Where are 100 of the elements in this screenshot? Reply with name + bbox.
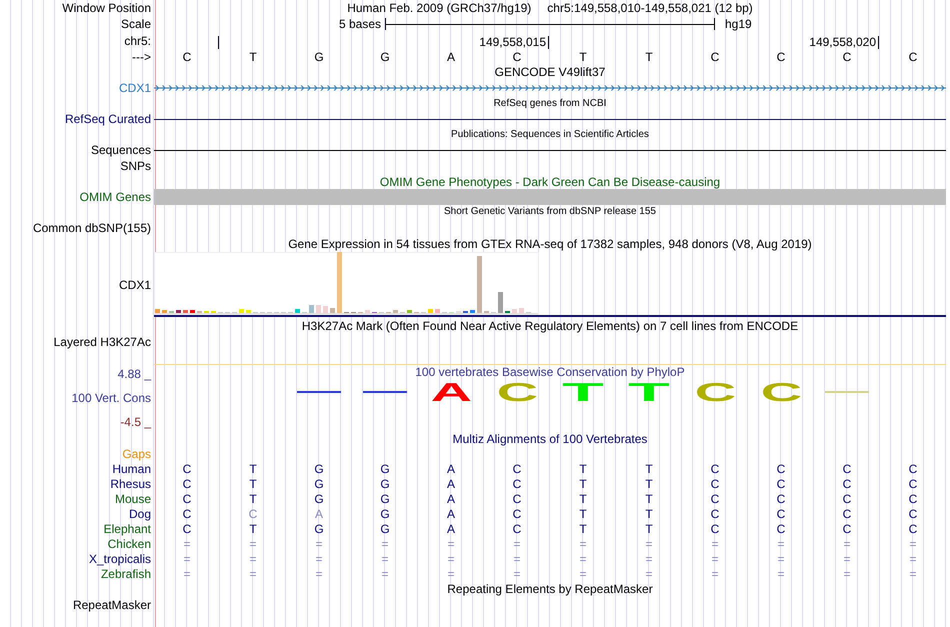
chromosome-label: chr5: xyxy=(124,34,151,48)
aligned-base: C xyxy=(842,462,852,476)
track-label: Common dbSNP(155) xyxy=(32,220,151,234)
aligned-base: = xyxy=(183,552,190,566)
aligned-base: = xyxy=(843,536,850,550)
aligned-base: T xyxy=(249,476,257,490)
base-letter: G xyxy=(380,50,390,64)
aligned-base: G xyxy=(314,462,324,476)
track-label: CDX1 xyxy=(118,81,151,95)
aligned-base: C xyxy=(908,462,918,476)
base-letter: T xyxy=(645,50,653,64)
aligned-base: = xyxy=(315,536,322,550)
track-title: Gene Expression in 54 tissues from GTEx RNA-seq of 17382 samples, 948 donors (V8, Aug 2019) xyxy=(288,237,812,251)
aligned-base: A xyxy=(446,506,455,520)
aligned-base: = xyxy=(645,536,652,550)
track-label: Sequences xyxy=(90,143,151,157)
base-letter: G xyxy=(314,50,324,64)
aligned-base: T xyxy=(645,506,653,520)
tick-label: 149,558,015 xyxy=(479,36,549,49)
aligned-base: T xyxy=(645,462,653,476)
aligned-base: = xyxy=(315,566,322,580)
aligned-base: G xyxy=(314,492,324,506)
logo-letter: C xyxy=(496,382,538,402)
aligned-base: = xyxy=(183,566,190,580)
aligned-base: T xyxy=(645,522,653,536)
base-letter: C xyxy=(710,50,720,64)
species-label: Rhesus xyxy=(110,476,151,490)
aligned-base: C xyxy=(908,492,918,506)
logo-letter: T xyxy=(628,382,670,402)
aligned-base: C xyxy=(512,492,522,506)
aligned-base: C xyxy=(842,522,852,536)
aligned-base: = xyxy=(447,552,454,566)
aligned-base: C xyxy=(776,506,786,520)
aligned-base: C xyxy=(842,506,852,520)
species-label: Elephant xyxy=(104,522,151,536)
aligned-base: C xyxy=(710,462,720,476)
strand-label: ---> xyxy=(132,50,151,64)
track-label: 100 Vert. Cons xyxy=(72,391,151,405)
aligned-base: T xyxy=(645,476,653,490)
species-label: Dog xyxy=(128,506,151,520)
aligned-base: C xyxy=(512,462,522,476)
base-letter: C xyxy=(776,50,786,64)
logo-letter: T xyxy=(562,382,604,402)
aligned-base: = xyxy=(447,566,454,580)
aligned-base: = xyxy=(513,566,520,580)
track-title: Multiz Alignments of 100 Vertebrates xyxy=(452,432,648,446)
aligned-base: = xyxy=(513,552,520,566)
aligned-base: = xyxy=(711,566,718,580)
track-label: OMIM Genes xyxy=(80,190,151,204)
aligned-base: = xyxy=(249,552,256,566)
species-label: Mouse xyxy=(114,492,151,506)
aligned-base: = xyxy=(183,536,190,550)
aligned-base: = xyxy=(711,552,718,566)
aligned-base: G xyxy=(380,476,390,490)
aligned-base: C xyxy=(182,522,192,536)
aligned-base: C xyxy=(512,476,522,490)
assembly-name: Human Feb. 2009 (GRCh37/hg19) xyxy=(347,1,532,15)
aligned-base: T xyxy=(645,492,653,506)
logo-letter: A xyxy=(430,382,472,402)
track-title: 100 vertebrates Basewise Conservation by PhyloP xyxy=(415,365,685,379)
aligned-base: = xyxy=(579,552,586,566)
aligned-base: = xyxy=(315,552,322,566)
aligned-base: A xyxy=(446,522,455,536)
axis-max-label: 4.88 _ xyxy=(118,367,151,381)
aligned-base: = xyxy=(777,552,784,566)
aligned-base: A xyxy=(446,476,455,490)
aligned-base: = xyxy=(909,536,916,550)
aligned-base: = xyxy=(249,536,256,550)
track-label: SNPs xyxy=(120,159,151,173)
aligned-base: = xyxy=(579,536,586,550)
aligned-base: T xyxy=(249,492,257,506)
track-title: Repeating Elements by RepeatMasker xyxy=(447,582,653,596)
species-label: Zebrafish xyxy=(100,566,151,580)
aligned-base: T xyxy=(579,476,587,490)
species-label: Human xyxy=(112,462,151,476)
aligned-base: T xyxy=(579,462,587,476)
tick-label: 149,558,020 xyxy=(809,36,879,49)
aligned-base: A xyxy=(446,462,455,476)
aligned-base: = xyxy=(909,552,916,566)
aligned-base: G xyxy=(380,506,390,520)
aligned-base: = xyxy=(711,536,718,550)
species-label: Chicken xyxy=(108,536,151,550)
aligned-base: C xyxy=(512,522,522,536)
aligned-base: = xyxy=(513,536,520,550)
aligned-base: = xyxy=(843,566,850,580)
aligned-base: = xyxy=(645,566,652,580)
base-letter: C xyxy=(512,50,522,64)
aligned-base: = xyxy=(843,552,850,566)
window-position-label: Window Position xyxy=(62,1,151,15)
aligned-base: T xyxy=(579,492,587,506)
track-label: CDX1 xyxy=(118,278,151,292)
aligned-base: C xyxy=(842,492,852,506)
aligned-base: T xyxy=(249,462,257,476)
aligned-base: C xyxy=(776,476,786,490)
aligned-base: T xyxy=(579,522,587,536)
track-title: OMIM Gene Phenotypes - Dark Green Can Be Disease-causing xyxy=(380,174,720,188)
scale-label: Scale xyxy=(120,17,151,31)
aligned-base: = xyxy=(645,552,652,566)
aligned-base: = xyxy=(777,536,784,550)
species-label: X_tropicalis xyxy=(88,552,151,566)
